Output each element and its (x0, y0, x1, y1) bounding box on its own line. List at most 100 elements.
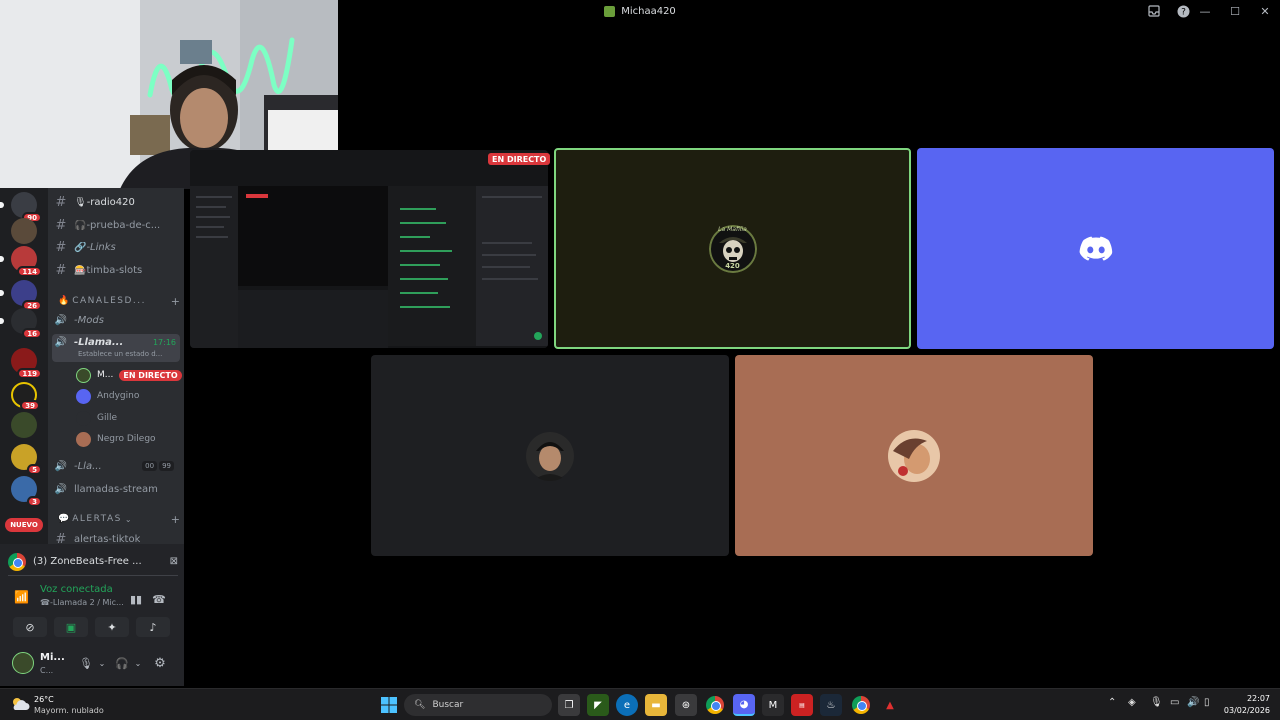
discord-taskbar-icon[interactable]: ◕ (733, 694, 755, 716)
edge-icon[interactable]: e (616, 694, 638, 716)
windows-taskbar: 26°C Mayorm. nublado 🔍︎ Buscar ❐ ◤ e ▬ ⊛… (0, 688, 1280, 720)
window-title: Michaa420 (604, 5, 676, 17)
maximize-button[interactable]: ☐ (1220, 0, 1250, 22)
start-button[interactable] (378, 694, 400, 716)
channel-name: -Llama... (74, 336, 124, 348)
user-tile-mafia[interactable]: La Mafilia 420 (554, 148, 911, 349)
server-icon[interactable]: 119 (11, 348, 42, 379)
category-alertas[interactable]: 💬 ALERTAS ⌄ + (58, 512, 180, 526)
voice-location[interactable]: ☎-Llamada 2 / Mic... (40, 598, 124, 607)
user-tile-gille[interactable] (371, 355, 729, 556)
settings-icon[interactable]: ⚙ (150, 654, 170, 672)
unread-badge: 5 (27, 464, 42, 475)
chrome-icon[interactable] (704, 694, 726, 716)
add-channel-icon[interactable]: + (171, 295, 180, 308)
channel-status[interactable]: Establece un estado d... (78, 350, 162, 358)
network-icon[interactable]: ▭ (1170, 697, 1179, 708)
server-icon[interactable] (11, 218, 37, 244)
voice-channel-stream[interactable]: 🔊 llamadas-stream (48, 479, 184, 499)
signal-icon: 📶 (14, 590, 29, 604)
search-icon: 🔍︎ (414, 700, 426, 710)
speaker-icon: 🔊 (54, 483, 68, 495)
disconnect-icon[interactable]: ☎ (149, 590, 169, 608)
github-desktop-icon[interactable]: ⊛ (675, 694, 697, 716)
inbox-icon[interactable] (1147, 4, 1161, 18)
voice-user[interactable]: Negro Dilego (76, 429, 180, 449)
channel-prueba[interactable]: # 🎧 -prueba-de-c... (48, 215, 184, 235)
noise-suppression-icon[interactable]: ▮▮ (126, 590, 146, 608)
camera-off-icon: ⊘ (25, 620, 35, 634)
task-view-icon[interactable]: ❐ (558, 694, 580, 716)
channel-radio420[interactable]: # 🎙 -radio420 (48, 192, 184, 212)
server-icon[interactable]: 114 (0, 246, 42, 277)
activity-title: (3) ZoneBeats-Free ... (33, 556, 142, 567)
unread-badge: 114 (17, 266, 42, 277)
server-icon[interactable]: 16 (0, 308, 42, 339)
voice-user[interactable]: Andygino (76, 386, 180, 406)
volume-icon[interactable]: 🔊 (1187, 697, 1199, 708)
news-app-icon[interactable]: ▤ (791, 694, 813, 716)
channel-prefix-icon: 🔗 (74, 241, 87, 253)
microphone-icon[interactable]: 🎙 (1150, 697, 1163, 708)
window-title-text: Michaa420 (621, 5, 676, 17)
channel-name: -radio420 (86, 196, 135, 208)
epic-games-icon[interactable]: M (762, 694, 784, 716)
battery-icon[interactable]: ▯ (1204, 697, 1210, 708)
weather-condition: Mayorm. nublado (34, 706, 104, 715)
activity-row[interactable]: (3) ZoneBeats-Free ... ⊠ (8, 548, 178, 576)
voice-channel-llamada[interactable]: 🔊 -Llama... 17:16 (48, 332, 184, 352)
cloud-sun-icon (13, 698, 30, 710)
chrome-profile-icon[interactable] (850, 694, 872, 716)
close-button[interactable]: ✕ (1250, 0, 1280, 22)
server-rail: 90 114 26 16 119 39 5 3 (0, 188, 48, 544)
new-unreads-pill[interactable]: NUEVO (5, 518, 43, 532)
chevron-down-icon[interactable]: ⌄ (92, 654, 112, 672)
chevron-up-icon[interactable]: ⌃ (1108, 697, 1116, 708)
channel-list: # 🎙 -radio420 # 🎧 -prueba-de-c... # 🔗 -L… (48, 188, 184, 544)
server-icon[interactable]: 3 (11, 476, 42, 507)
user-avatar (888, 429, 940, 482)
file-explorer-icon[interactable]: ▬ (645, 694, 667, 716)
weather-widget[interactable]: 26°C Mayorm. nublado (10, 693, 120, 717)
server-icon[interactable] (11, 412, 37, 438)
voice-status[interactable]: Voz conectada (40, 584, 113, 595)
camera-off-button[interactable]: ⊘ (13, 617, 47, 637)
minimize-button[interactable]: — (1190, 0, 1220, 22)
screen-share-tile[interactable] (190, 150, 548, 348)
category-name: ALERTAS (72, 514, 122, 524)
user-tile-negro-dilego[interactable] (735, 355, 1093, 556)
nvidia-icon[interactable]: ◤ (587, 694, 609, 716)
voice-user[interactable]: Gille (76, 408, 180, 428)
clock[interactable]: 22:07 03/02/2026 (1224, 693, 1270, 717)
taskbar-search[interactable]: 🔍︎ Buscar (404, 694, 552, 716)
screen-share-preview (190, 150, 548, 348)
weather-temp: 26°C (34, 695, 54, 704)
stop-stream-icon[interactable]: ⊠ (170, 556, 178, 567)
user-count: 00 (142, 461, 158, 471)
share-screen-button[interactable]: ▣ (54, 617, 88, 637)
soundboard-button[interactable]: ♪ (136, 617, 170, 637)
steam-icon[interactable]: ♨ (820, 694, 842, 716)
add-channel-icon[interactable]: + (171, 513, 180, 526)
channel-alertas-tiktok[interactable]: # alertas-tiktok (48, 529, 184, 545)
voice-channel-mods[interactable]: 🔊 -Mods (48, 310, 184, 330)
chevron-down-icon[interactable]: ⌄ (128, 654, 148, 672)
user-name: Mi... (40, 652, 65, 663)
server-icon[interactable]: 5 (11, 444, 42, 475)
server-icon[interactable]: 26 (0, 280, 42, 311)
channel-timba-slots[interactable]: # 🎰 timba-slots (48, 260, 184, 280)
channel-links[interactable]: # 🔗 -Links (48, 237, 184, 257)
avatar (12, 652, 34, 674)
user-tile-andygino[interactable] (917, 148, 1274, 349)
voice-user[interactable]: M... EN DIRECTO (76, 365, 182, 385)
help-icon[interactable]: ? (1176, 4, 1190, 18)
category-canales[interactable]: 🔥 CANALESD... + (58, 294, 180, 308)
app-icon[interactable]: ▲ (879, 694, 901, 716)
server-icon[interactable]: 39 (11, 382, 40, 411)
activities-button[interactable]: ✦ (95, 617, 129, 637)
voice-channel-other[interactable]: 🔊 -Lla... 00 99 (48, 456, 184, 476)
server-icon[interactable]: 90 (0, 192, 42, 223)
vpn-icon[interactable]: ◈ (1128, 697, 1136, 708)
chevron-down-icon: ⌄ (124, 514, 134, 524)
user-limit: 99 (159, 461, 174, 471)
